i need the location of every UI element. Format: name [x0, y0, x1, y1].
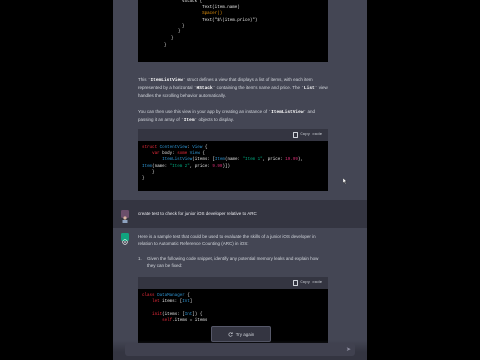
- message-input[interactable]: ➤: [125, 343, 355, 356]
- inline-code: `List`: [301, 86, 318, 91]
- code-line: Text("$\(item.price)"): [192, 18, 258, 23]
- code-block-header: Copy code: [138, 129, 328, 141]
- code-block-top-content: VStack { Text(item.name) Spacer() Text("…: [182, 0, 257, 30]
- code-line: }: [182, 24, 185, 29]
- assistant-intro: Here is a sample test that could be used…: [138, 234, 316, 246]
- copy-code-label: Copy code: [300, 281, 322, 285]
- user-avatar-icon: [122, 216, 128, 223]
- code-line: }: [171, 37, 174, 41]
- list-number: 1.: [138, 256, 142, 261]
- list-item-text: Given the following code snippet, identi…: [147, 256, 319, 268]
- send-icon[interactable]: ➤: [346, 346, 351, 353]
- code-line: VStack {: [182, 0, 203, 4]
- numbered-item: 1. Given the following code snippet, ide…: [138, 255, 328, 269]
- code-line: Spacer(): [192, 12, 223, 17]
- assistant-paragraph: This `ItemListView` struct defines a vie…: [138, 76, 328, 99]
- copy-icon: [293, 280, 299, 287]
- copy-code-label: Copy code: [300, 133, 322, 137]
- copy-icon: [293, 132, 299, 139]
- code-block-middle: Copy code struct ContentView: View { var…: [138, 129, 328, 191]
- assistant-paragraph: You can then use this view in your app b…: [138, 108, 328, 124]
- chat-window: VStack { Text(item.name) Spacer() Text("…: [113, 0, 367, 360]
- copy-code-button[interactable]: Copy code: [293, 132, 322, 139]
- inline-code: `ItemListView`: [147, 78, 186, 83]
- refresh-icon: [228, 331, 233, 337]
- text: objects to display.: [197, 117, 234, 122]
- mouse-cursor-icon: [343, 178, 347, 184]
- code-line: Text(item.name): [192, 6, 240, 11]
- user-message-text: create test to check for junior iOS deve…: [138, 211, 257, 216]
- inline-code: `ItemListView`: [268, 110, 307, 115]
- openai-logo-icon: [122, 239, 128, 245]
- assistant-avatar: [121, 233, 129, 245]
- code-closing-braces: } } }: [164, 29, 181, 50]
- text: You can then use this view in your app b…: [138, 109, 269, 114]
- code-line: }: [164, 44, 167, 48]
- text: This: [138, 77, 148, 82]
- user-avatar: [121, 210, 129, 223]
- code-block-header: Copy code: [138, 277, 328, 289]
- text: containing the item's name and price. Th…: [215, 85, 302, 90]
- inline-code: `HStack`: [193, 86, 216, 91]
- code-block-middle-content: struct ContentView: View { var body: som…: [142, 146, 303, 182]
- try-again-label: Try again: [235, 331, 255, 337]
- code-line: }: [178, 30, 181, 34]
- composer-area: ➤: [113, 340, 367, 360]
- user-message-row: create test to check for junior iOS deve…: [113, 200, 367, 228]
- copy-code-button[interactable]: Copy code: [293, 280, 322, 287]
- code-block-top: VStack { Text(item.name) Spacer() Text("…: [138, 0, 328, 62]
- inline-code: `Item`: [181, 118, 198, 123]
- code-block-bottom-content: class DataManager { let items: [Int] ini…: [142, 294, 208, 323]
